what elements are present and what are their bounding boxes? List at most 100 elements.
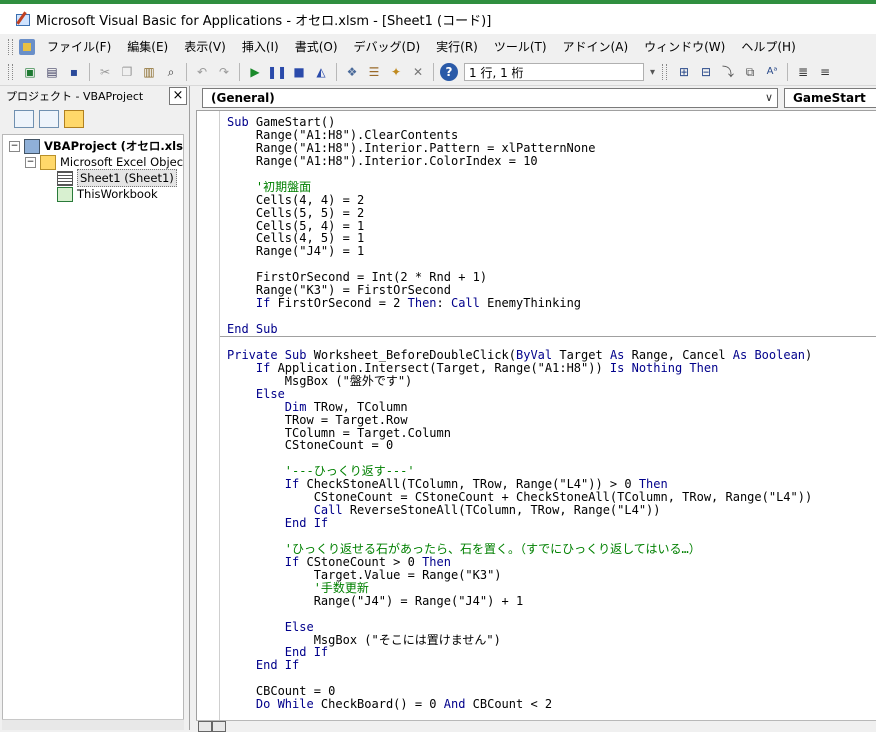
toolbar-separator xyxy=(186,63,187,81)
design-mode-icon[interactable]: ◭ xyxy=(312,63,330,81)
project-tree[interactable]: − VBAProject (オセロ.xls − Microsoft Excel … xyxy=(2,134,184,730)
code-line[interactable] xyxy=(227,310,876,323)
menu-window[interactable]: ウィンドウ(W) xyxy=(636,37,733,57)
code-text: CBCount < 2 xyxy=(472,697,553,712)
project-explorer-header: プロジェクト - VBAProject × xyxy=(0,86,189,106)
menu-format[interactable]: 書式(O) xyxy=(287,37,346,57)
code-keyword: As Boolean xyxy=(732,347,806,362)
code-keyword: Then xyxy=(422,554,451,569)
break-icon[interactable]: ❚❚ xyxy=(267,63,287,81)
title-bar: Microsoft Visual Basic for Applications … xyxy=(0,0,876,34)
toolbar-separator xyxy=(787,63,788,81)
menu-edit[interactable]: 編集(E) xyxy=(119,37,176,57)
properties-icon[interactable]: ☰ xyxy=(365,63,383,81)
chevron-down-icon[interactable]: ∨ xyxy=(765,89,773,107)
tree-node-vbaproject[interactable]: − VBAProject (オセロ.xls xyxy=(9,138,183,154)
object-dropdown[interactable]: (General) ∨ xyxy=(202,88,778,108)
complete-word-icon[interactable]: Aᵃ xyxy=(763,63,781,81)
help-icon[interactable]: ? xyxy=(440,63,458,81)
code-keyword: End If xyxy=(227,658,300,673)
tree-node-sheet1[interactable]: Sheet1 (Sheet1) xyxy=(57,169,177,187)
toolbar-grip-icon[interactable] xyxy=(8,64,13,80)
code-keyword: If xyxy=(227,477,307,492)
toggle-folders-icon[interactable] xyxy=(64,110,84,128)
toolbar-grip-icon[interactable] xyxy=(8,38,13,55)
code-text: TRow = Target.Row xyxy=(227,412,408,427)
toolbar-separator xyxy=(433,63,434,81)
collapse-icon[interactable]: − xyxy=(25,156,36,168)
menu-help[interactable]: ヘルプ(H) xyxy=(733,37,803,57)
undo-icon[interactable]: ↶ xyxy=(193,63,211,81)
code-keyword: Do While xyxy=(227,697,321,712)
code-keyword: ByVal xyxy=(516,347,560,362)
view-object-icon[interactable] xyxy=(39,110,59,128)
menu-run[interactable]: 実行(R) xyxy=(428,37,486,57)
code-line[interactable]: Range("A1:H8").Interior.ColorIndex = 10 xyxy=(227,154,876,168)
run-icon[interactable]: ▶ xyxy=(246,63,264,81)
code-line[interactable]: Do While CheckBoard() = 0 And CBCount < … xyxy=(227,698,876,711)
list-constants-icon[interactable]: ≡ xyxy=(816,63,834,81)
collapse-icon[interactable]: − xyxy=(9,140,20,152)
code-text: Range("A1:H8").Interior.Pattern = xlPatt… xyxy=(227,140,596,155)
code-text: TRow, TColumn xyxy=(313,399,408,414)
project-tree-horizontal-scrollbar[interactable] xyxy=(2,719,184,730)
project-explorer-icon[interactable]: ❖ xyxy=(343,63,361,81)
tree-node-label: Microsoft Excel Objec xyxy=(60,155,184,169)
code-lines[interactable]: Sub GameStart() Range("A1:H8").ClearCont… xyxy=(227,116,876,711)
menu-file[interactable]: ファイル(F) xyxy=(39,37,119,57)
code-line[interactable] xyxy=(227,168,876,181)
code-text: Cells(5, 5) = 2 xyxy=(227,205,365,220)
reset-icon[interactable]: ■ xyxy=(290,63,308,81)
code-margin-indicator-bar[interactable] xyxy=(197,111,220,720)
code-line[interactable]: End If xyxy=(227,659,876,672)
full-module-view-icon[interactable] xyxy=(212,721,226,732)
excel-vba-icon[interactable] xyxy=(19,38,35,55)
tree-node-excel-objects[interactable]: − Microsoft Excel Objec xyxy=(25,154,183,170)
procedure-view-icon[interactable] xyxy=(198,721,212,732)
find-icon[interactable]: ⌕ xyxy=(162,63,180,81)
save-icon[interactable]: ▪ xyxy=(65,63,83,81)
insert-module-icon[interactable]: ▤ xyxy=(43,63,61,81)
comment-block-icon[interactable]: ⧉ xyxy=(741,63,759,81)
code-editor[interactable]: Sub GameStart() Range("A1:H8").ClearCont… xyxy=(196,110,876,720)
code-window-footer xyxy=(196,720,876,732)
excel-view-icon[interactable]: ▣ xyxy=(21,63,39,81)
object-browser-icon[interactable]: ✦ xyxy=(387,63,405,81)
menu-tools[interactable]: ツール(T) xyxy=(486,37,555,57)
code-line[interactable]: End Sub xyxy=(227,323,876,336)
menu-insert[interactable]: 挿入(I) xyxy=(234,37,287,57)
indent-icon[interactable]: ⊞ xyxy=(675,63,693,81)
code-text: CStoneCount = CStoneCount + CheckStoneAl… xyxy=(227,490,813,505)
code-line[interactable]: CStoneCount = 0 xyxy=(227,439,876,452)
menu-addins[interactable]: アドイン(A) xyxy=(555,37,637,57)
project-explorer: プロジェクト - VBAProject × − VBAProject (オセロ.… xyxy=(0,86,190,730)
code-text: Cells(4, 4) = 2 xyxy=(227,192,365,207)
copy-icon[interactable]: ❐ xyxy=(118,63,136,81)
menu-view[interactable]: 表示(V) xyxy=(176,37,234,57)
outdent-icon[interactable]: ⊟ xyxy=(697,63,715,81)
toolbar-grip-icon[interactable] xyxy=(662,64,667,80)
code-line[interactable]: End If xyxy=(227,517,876,530)
list-properties-icon[interactable]: ≣ xyxy=(794,63,812,81)
code-line[interactable]: Range("J4") = 1 xyxy=(227,245,876,258)
toggle-breakpoint-icon[interactable]: ⤵ xyxy=(719,63,737,81)
code-line[interactable]: Range("J4") = Range("J4") + 1 xyxy=(227,594,876,608)
tree-node-thisworkbook[interactable]: ThisWorkbook xyxy=(57,186,158,202)
code-keyword: End If xyxy=(227,645,329,660)
code-line[interactable] xyxy=(227,608,876,621)
menu-debug[interactable]: デバッグ(D) xyxy=(346,37,429,57)
toolbox-icon[interactable]: ✕ xyxy=(409,63,427,81)
code-keyword: Else xyxy=(227,386,285,401)
code-line[interactable]: If FirstOrSecond = 2 Then: Call EnemyThi… xyxy=(227,297,876,310)
code-text: CStoneCount = 0 xyxy=(227,438,394,453)
view-code-icon[interactable] xyxy=(14,110,34,128)
procedure-dropdown[interactable]: GameStart xyxy=(784,88,876,108)
redo-icon[interactable]: ↷ xyxy=(215,63,233,81)
code-line[interactable]: MsgBox ("盤外です") xyxy=(227,374,876,388)
cut-icon[interactable]: ✂ xyxy=(96,63,114,81)
toolbar-separator xyxy=(89,63,90,81)
paste-icon[interactable]: ▥ xyxy=(140,63,158,81)
close-icon[interactable]: × xyxy=(169,87,187,105)
code-text: FirstOrSecond = Int(2 * Rnd + 1) xyxy=(227,270,488,285)
code-line[interactable]: End If xyxy=(227,646,876,659)
